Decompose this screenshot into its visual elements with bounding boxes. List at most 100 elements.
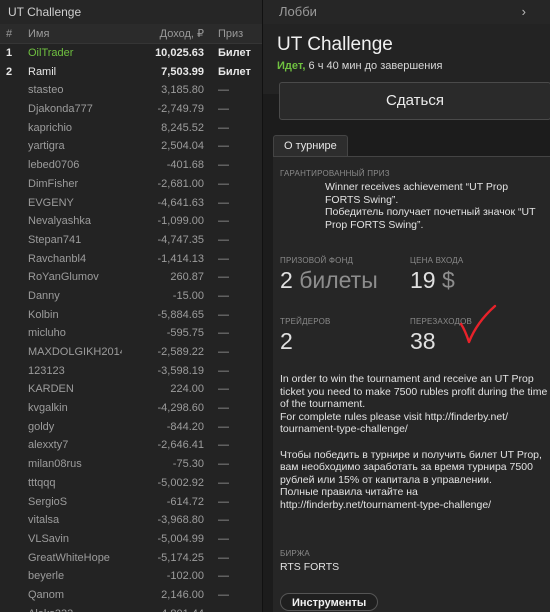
- surrender-button[interactable]: Сдаться: [279, 82, 550, 120]
- leaderboard-row[interactable]: VLSavin -5,004.99 —: [0, 530, 262, 549]
- row-player-name: beyerle: [28, 570, 65, 583]
- row-income: -1,414.13: [157, 252, 204, 265]
- leaderboard-row[interactable]: yartigra 2,504.04 —: [0, 137, 262, 156]
- leaderboard-row[interactable]: EVGENY -4,641.63 —: [0, 194, 262, 213]
- row-income: -4,747.35: [157, 233, 204, 246]
- prize-fund-number: 2: [280, 267, 293, 293]
- instruments-button[interactable]: Инструменты: [280, 593, 379, 611]
- row-income: -3,968.80: [157, 514, 204, 527]
- row-rank: 1: [6, 47, 13, 59]
- tournament-description: In order to win the tournament and recei…: [280, 373, 548, 512]
- leaderboard-row[interactable]: Ravchanbl4 -1,414.13 —: [0, 250, 262, 269]
- row-prize: —: [218, 252, 229, 265]
- row-player-name: GreatWhiteHope: [28, 551, 110, 564]
- leaderboard-row[interactable]: milan08rus -75.30 —: [0, 455, 262, 474]
- row-income: -844.20: [166, 420, 204, 433]
- row-player-name: Djakonda777: [28, 103, 93, 116]
- status-going: Идет,: [277, 60, 306, 72]
- row-player-name: micluho: [28, 327, 66, 340]
- leaderboard-row[interactable]: Qanom 2,146.00 —: [0, 586, 262, 605]
- row-rank: [0, 194, 22, 213]
- row-rank: 2: [6, 65, 13, 78]
- row-income: 2,146.00: [161, 588, 204, 601]
- row-prize: —: [218, 439, 229, 452]
- leaderboard-row[interactable]: 1 OilTrader 10,025.63 Билет: [0, 44, 262, 63]
- column-header-income[interactable]: Доход, ₽: [122, 24, 206, 43]
- row-prize: —: [218, 196, 229, 209]
- tab-about-tournament[interactable]: О турнире: [273, 135, 348, 156]
- exchange-value: RTS FORTS: [280, 561, 340, 573]
- leaderboard-row[interactable]: 123123 -3,598.19 —: [0, 362, 262, 381]
- row-rank: [0, 380, 22, 399]
- row-prize: —: [218, 177, 229, 190]
- column-header-name[interactable]: Имя: [22, 24, 122, 43]
- row-rank: [0, 306, 22, 325]
- row-rank: [0, 493, 22, 512]
- row-player-name: Ravchanbl4: [28, 252, 87, 265]
- leaderboard-row[interactable]: alexxty7 -2,646.41 —: [0, 436, 262, 455]
- leaderboard-panel: UT Challenge # Имя Доход, ₽ Приз 1 OilTra…: [0, 0, 263, 612]
- row-prize: —: [218, 364, 229, 377]
- leaderboard-row[interactable]: tttqqq -5,002.92 —: [0, 474, 262, 493]
- leaderboard-row[interactable]: goldy -844.20 —: [0, 418, 262, 437]
- leaderboard-row[interactable]: Kolbin -5,884.65 —: [0, 306, 262, 325]
- description-ru-2: Полные правила читайте на http://finderb…: [280, 486, 492, 511]
- row-rank: [0, 175, 22, 194]
- leaderboard-row[interactable]: 2 Ramil 7,503.99 Билет: [0, 63, 262, 82]
- leaderboard-row[interactable]: vitalsa -3,968.80 —: [0, 511, 262, 530]
- description-ru-1: Чтобы победить в турнире и получить биле…: [280, 448, 542, 486]
- leaderboard-row[interactable]: Djakonda777 -2,749.79 —: [0, 100, 262, 119]
- leaderboard-row[interactable]: Nevalyashka -1,099.00 —: [0, 212, 262, 231]
- guaranteed-prize-en: Winner receives achievement “UT Prop FOR…: [325, 181, 509, 206]
- guaranteed-prize-ru: Победитель получает почетный значок “UT …: [325, 206, 536, 231]
- exchange-label: БИРЖА: [280, 549, 310, 558]
- leaderboard-row[interactable]: MAXDOLGIKH2014 -2,589.22 —: [0, 343, 262, 362]
- entry-price-value: 19 $: [410, 267, 455, 294]
- row-rank: [0, 324, 22, 343]
- row-income: -75.30: [172, 458, 204, 471]
- leaderboard-row[interactable]: kaprichio 8,245.52 —: [0, 119, 262, 138]
- row-rank: [0, 343, 22, 362]
- row-income: -4,298.60: [157, 402, 204, 415]
- leaderboard-row[interactable]: stasteo 3,185.80 —: [0, 81, 262, 100]
- row-prize: —: [218, 121, 229, 134]
- row-player-name: OilTrader: [28, 47, 74, 59]
- leaderboard-row[interactable]: micluho -595.75 —: [0, 324, 262, 343]
- row-player-name: Danny: [28, 289, 60, 302]
- row-income: -614.72: [166, 495, 204, 508]
- column-header-prize[interactable]: Приз: [206, 24, 260, 43]
- row-income: 10,025.63: [155, 47, 204, 59]
- chevron-right-icon[interactable]: ›: [522, 0, 526, 24]
- row-prize: —: [218, 458, 229, 471]
- row-player-name: Qanom: [28, 588, 65, 601]
- leaderboard-row[interactable]: beyerle -102.00 —: [0, 567, 262, 586]
- traders-label: ТРЕЙДЕРОВ: [280, 317, 331, 326]
- leaderboard-row[interactable]: Stepan741 -4,747.35 —: [0, 231, 262, 250]
- guaranteed-prize-text: Winner receives achievement “UT Prop FOR…: [325, 181, 545, 231]
- row-prize: —: [218, 308, 229, 321]
- row-prize: —: [218, 233, 229, 246]
- row-prize: —: [218, 289, 229, 302]
- column-header-number[interactable]: #: [0, 24, 22, 43]
- leaderboard-row[interactable]: KARDEN 224.00 —: [0, 380, 262, 399]
- leaderboard-row[interactable]: Danny -15.00 —: [0, 287, 262, 306]
- leaderboard-row[interactable]: DimFisher -2,681.00 —: [0, 175, 262, 194]
- row-player-name: Nevalyashka: [28, 215, 91, 228]
- checkmark-icon: [459, 304, 497, 344]
- row-prize: —: [218, 476, 229, 489]
- reentries-value: 38: [410, 328, 436, 354]
- row-income: -4,641.63: [157, 196, 204, 209]
- leaderboard-row[interactable]: GreatWhiteHope -5,174.25 —: [0, 549, 262, 568]
- row-player-name: lebed0706: [28, 159, 80, 172]
- leaderboard-row[interactable]: lebed0706 -401.68 —: [0, 156, 262, 175]
- row-prize: —: [218, 140, 229, 153]
- leaderboard-row[interactable]: Aleks333-4,801.44—: [0, 605, 262, 612]
- leaderboard-row[interactable]: RoYanGlumov 260.87 —: [0, 268, 262, 287]
- leaderboard-row[interactable]: kvgalkin -4,298.60 —: [0, 399, 262, 418]
- leaderboard-row[interactable]: SergioS -614.72 —: [0, 493, 262, 512]
- row-prize: —: [218, 215, 229, 228]
- row-rank: [0, 119, 22, 138]
- row-income: -2,589.22: [157, 346, 204, 358]
- row-player-name: EVGENY: [28, 196, 74, 209]
- row-player-name: Kolbin: [28, 308, 59, 321]
